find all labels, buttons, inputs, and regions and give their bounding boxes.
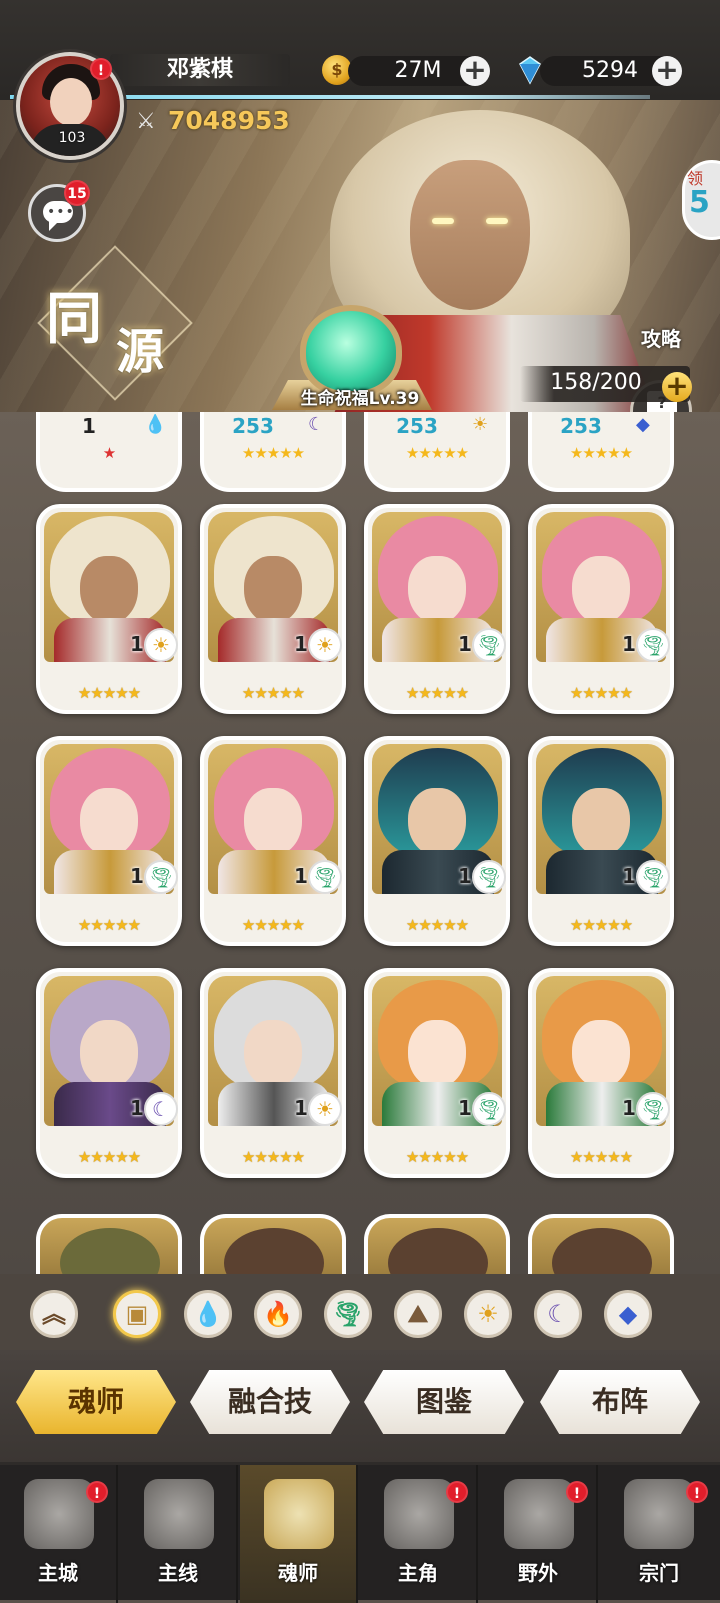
nav-alert-badge: !	[86, 1481, 108, 1503]
wind-icon: 🌪	[472, 1092, 506, 1126]
wind-icon: 🌪	[144, 860, 178, 894]
filter-fire-icon[interactable]: 🔥	[254, 1290, 302, 1338]
soul-card[interactable]: 1 ☀ ★★★★★	[200, 968, 346, 1178]
wind-icon: 🌪	[636, 860, 670, 894]
moon-icon: ☾	[308, 414, 325, 435]
soul-card[interactable]: 1 🌪 ★★★★★	[364, 968, 510, 1178]
wind-icon: 🌪	[472, 860, 506, 894]
shield-sword-icon	[504, 1479, 574, 1549]
soul-master-grid[interactable]: 1 💧 ★ 253 ☾ ★★★★★ 253 ☀ ★★★★★ 253 ◆ ★★★★…	[0, 412, 720, 1274]
arrow-icon: ◆	[636, 414, 650, 435]
player-level: 103	[58, 130, 86, 146]
nav-sect[interactable]: ! 宗门	[600, 1465, 718, 1603]
tab-soul-master[interactable]: 魂师	[16, 1370, 176, 1434]
nav-alert-badge: !	[566, 1481, 588, 1503]
filter-all-icon[interactable]: ▣	[113, 1290, 161, 1338]
crystal-icon	[264, 1479, 334, 1549]
soul-card-partial[interactable]	[528, 1214, 674, 1274]
sun-icon: ☀	[308, 1092, 342, 1126]
sun-icon: ☀	[308, 628, 342, 662]
moon-icon: ☾	[144, 1092, 178, 1126]
soul-card[interactable]: 1 ☀ ★★★★★	[36, 504, 182, 714]
soul-card[interactable]: 1 🌪 ★★★★★	[528, 736, 674, 946]
soul-card-partial[interactable]	[36, 1214, 182, 1274]
filter-dark-icon[interactable]: ☾	[534, 1290, 582, 1338]
soul-card[interactable]: 1 🌪 ★★★★★	[364, 736, 510, 946]
card-partial[interactable]: 253 ☾ ★★★★★	[200, 412, 346, 492]
nav-alert-badge: !	[686, 1481, 708, 1503]
player-name: 邓紫棋	[110, 54, 290, 86]
tab-formation[interactable]: 布阵	[540, 1370, 700, 1434]
chat-unread-badge: 15	[64, 180, 90, 206]
filter-light-icon[interactable]: ☀	[464, 1290, 512, 1338]
life-blessing-label: 生命祝福Lv.39	[300, 389, 420, 409]
soul-card[interactable]: 1 ☀ ★★★★★	[200, 504, 346, 714]
collapse-icon[interactable]: ︽	[30, 1290, 78, 1338]
nav-main-city[interactable]: ! 主城	[0, 1465, 118, 1603]
card-count: 158/200	[550, 370, 642, 395]
side-gift-button[interactable]: 领 5	[682, 160, 720, 240]
sub-tabs: 魂师 融合技 图鉴 布阵	[0, 1350, 720, 1462]
add-gems-button[interactable]: +	[652, 56, 682, 86]
wind-icon: 🌪	[636, 1092, 670, 1126]
filter-water-icon[interactable]: 💧	[184, 1290, 232, 1338]
soul-card[interactable]: 1 🌪 ★★★★★	[200, 736, 346, 946]
hooded-figure-icon	[384, 1479, 454, 1549]
nav-main-quest[interactable]: 主线	[120, 1465, 238, 1603]
expand-capacity-button[interactable]: +	[662, 372, 692, 402]
water-icon: 💧	[144, 414, 167, 435]
nav-wild[interactable]: ! 野外	[480, 1465, 598, 1603]
tab-fusion-skill[interactable]: 融合技	[190, 1370, 350, 1434]
gate-icon	[144, 1479, 214, 1549]
origin-char-2: 源	[116, 324, 165, 380]
soul-card-partial[interactable]	[200, 1214, 346, 1274]
origin-char-1: 同	[46, 286, 102, 352]
sun-icon: ☀	[472, 414, 489, 435]
power-value: 7048953	[168, 106, 290, 135]
sect-emblem-icon	[624, 1479, 694, 1549]
tab-codex[interactable]: 图鉴	[364, 1370, 524, 1434]
soul-card[interactable]: 1 🌪 ★★★★★	[528, 504, 674, 714]
sun-icon: ☀	[144, 628, 178, 662]
wind-icon: 🌪	[472, 628, 506, 662]
add-gold-button[interactable]: +	[460, 56, 490, 86]
soul-card[interactable]: 1 ☾ ★★★★★	[36, 968, 182, 1178]
castle-icon	[24, 1479, 94, 1549]
card-partial[interactable]: 253 ◆ ★★★★★	[528, 412, 674, 492]
filter-wind-icon[interactable]: 🌪	[324, 1290, 372, 1338]
wind-icon: 🌪	[636, 628, 670, 662]
hero-face	[410, 160, 530, 310]
avatar-alert-badge: !	[90, 58, 112, 80]
card-partial[interactable]: 253 ☀ ★★★★★	[364, 412, 510, 492]
soul-card[interactable]: 1 🌪 ★★★★★	[528, 968, 674, 1178]
filter-earth-icon[interactable]: ⛰	[394, 1290, 442, 1338]
filter-special-icon[interactable]: ◆	[604, 1290, 652, 1338]
card-partial[interactable]: 1 💧 ★	[36, 412, 182, 492]
nav-protagonist[interactable]: ! 主角	[360, 1465, 478, 1603]
nav-alert-badge: !	[446, 1481, 468, 1503]
soul-card[interactable]: 1 🌪 ★★★★★	[364, 504, 510, 714]
guide-label: 攻略	[641, 327, 681, 351]
nav-soul-master[interactable]: 魂师	[240, 1465, 358, 1603]
element-filter-bar: ︽ ▣ 💧 🔥 🌪 ⛰ ☀ ☾ ◆	[0, 1274, 720, 1350]
crossed-swords-icon: ⚔	[136, 109, 156, 134]
wind-icon: 🌪	[308, 860, 342, 894]
origin-emblem[interactable]: 同 源	[30, 240, 193, 401]
soul-card[interactable]: 1 🌪 ★★★★★	[36, 736, 182, 946]
soul-card-partial[interactable]	[364, 1214, 510, 1274]
bottom-nav: ! 主城 主线 魂师 ! 主角 ! 野外 ! 宗门	[0, 1462, 720, 1603]
